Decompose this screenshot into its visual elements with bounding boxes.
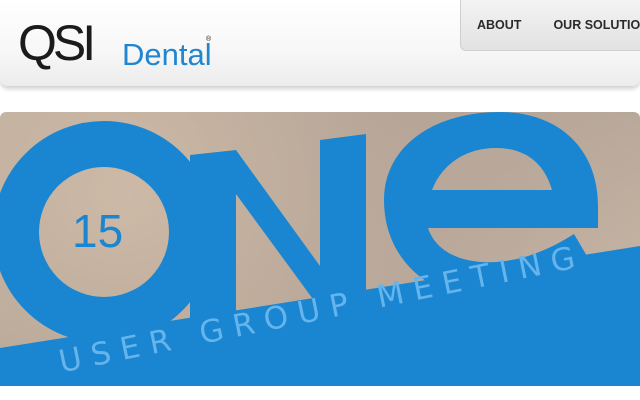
qsi-dental-logo[interactable]: QSI Dental ® [18,14,218,72]
blue-band [0,246,640,386]
letter-e [384,112,598,300]
registered-mark: ® [206,36,212,43]
letter-n [190,134,366,328]
nav-item-our-solution[interactable]: OUR SOLUTION [537,0,640,50]
logo-primary-text: QSI [18,15,96,71]
nav-item-about[interactable]: ABOUT [461,0,537,50]
banner-year: 15 [72,205,124,257]
banner-subtitle: USER GROUP MEETING [55,238,588,381]
logo-secondary-text: Dental [122,37,212,72]
main-nav: ABOUT OUR SOLUTION [460,0,640,51]
banner-background [0,112,640,386]
one-headline-graphic [0,112,640,386]
site-header: QSI Dental ® ABOUT OUR SOLUTION [0,0,640,87]
letter-o [0,121,215,343]
